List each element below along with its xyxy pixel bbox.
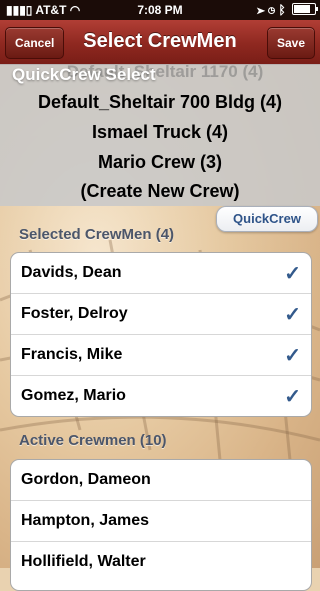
picker-header: QuickCrew Select <box>12 65 156 84</box>
quickcrew-button[interactable]: QuickCrew <box>216 206 318 232</box>
crewman-name: Gordon, Dameon <box>21 471 151 488</box>
status-icons: ➤ ◷ ᛒ <box>257 3 318 17</box>
battery-icon <box>292 3 318 15</box>
crewman-name: Hollifield, Walter <box>21 553 146 570</box>
active-row-gordon[interactable]: Gordon, Dameon <box>11 460 311 500</box>
crewman-name: Hampton, James <box>21 512 150 529</box>
selected-crewmen-list: Davids, Dean ✓ Foster, Delroy ✓ Francis,… <box>10 252 312 417</box>
selected-section-title: Selected CrewMen (4) <box>19 226 175 243</box>
crewman-name: Gomez, Mario <box>21 387 126 404</box>
battery-level-fill <box>294 5 310 13</box>
selected-row-gomez[interactable]: Gomez, Mario ✓ <box>11 375 311 416</box>
selected-row-davids[interactable]: Davids, Dean ✓ <box>11 253 311 293</box>
checkmark-icon: ✓ <box>284 263 301 285</box>
picker-option-create[interactable]: (Create New Crew) <box>0 181 320 202</box>
alarm-icon: ◷ <box>267 3 276 17</box>
save-button[interactable]: Save <box>266 27 315 59</box>
picker-option[interactable]: Ismael Truck (4) <box>0 122 320 143</box>
location-icon: ➤ <box>257 3 265 17</box>
checkmark-icon: ✓ <box>284 386 301 408</box>
bluetooth-icon: ᛒ <box>278 3 286 17</box>
active-section-title: Active Crewmen (10) <box>19 432 167 449</box>
selected-row-foster[interactable]: Foster, Delroy ✓ <box>11 293 311 334</box>
active-crewmen-list: Gordon, Dameon Hampton, James Hollifield… <box>10 459 312 591</box>
crewman-name: Foster, Delroy <box>21 305 128 322</box>
picker-option[interactable]: Default_Sheltair 700 Bldg (4) <box>0 92 320 113</box>
quickcrew-picker[interactable]: Default_Sheltair 1170 (4) QuickCrew Sele… <box>0 62 320 206</box>
selected-row-francis[interactable]: Francis, Mike ✓ <box>11 334 311 375</box>
navigation-bar: Cancel Select CrewMen Save <box>0 20 320 65</box>
active-row-hollifield[interactable]: Hollifield, Walter <box>11 541 311 582</box>
crewman-name: Francis, Mike <box>21 346 123 363</box>
picker-option[interactable]: Mario Crew (3) <box>0 152 320 173</box>
status-bar: ▮▮▮▯ AT&T ◠ 7:08 PM ➤ ◷ ᛒ <box>0 0 320 20</box>
checkmark-icon: ✓ <box>284 304 301 326</box>
crewman-name: Davids, Dean <box>21 264 122 281</box>
checkmark-icon: ✓ <box>284 345 301 367</box>
active-row-hampton[interactable]: Hampton, James <box>11 500 311 541</box>
